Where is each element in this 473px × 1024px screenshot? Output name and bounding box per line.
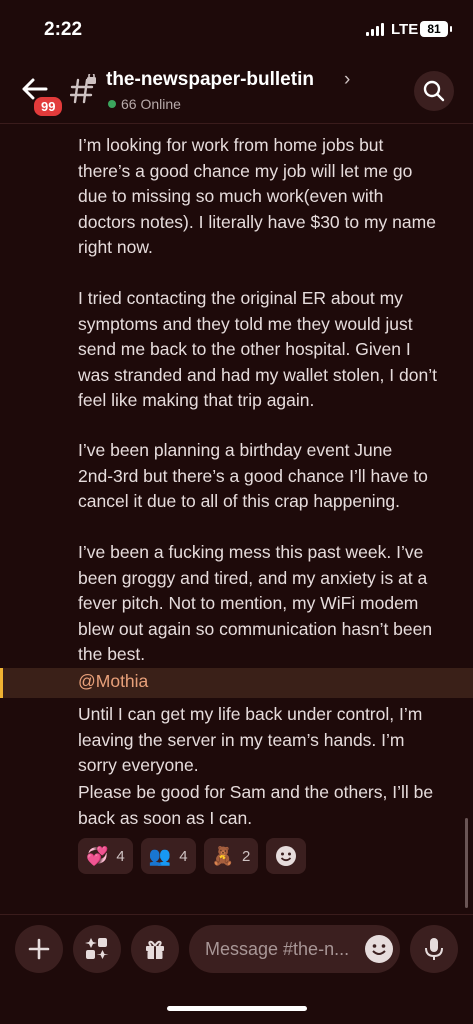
status-time: 2:22 — [44, 19, 83, 40]
message-paragraph: I’ve been a fucking mess this past week.… — [78, 542, 433, 665]
reaction-count: 2 — [241, 847, 251, 865]
scrollbar[interactable] — [465, 818, 468, 908]
message-paragraph: I’ve been planning a birthday event June… — [78, 440, 428, 512]
message-input[interactable] — [205, 925, 355, 973]
people-icon: 👥 — [148, 845, 172, 866]
network-type: LTE — [391, 21, 419, 38]
locked-hash-icon — [69, 72, 98, 104]
reaction-custom[interactable]: 🧸 2 — [203, 838, 259, 874]
battery-icon: 81 — [420, 21, 452, 37]
online-dot-icon — [108, 100, 116, 108]
message-paragraph: I tried contacting the original ER about… — [78, 288, 437, 411]
message-paragraph: Please be good for Sam and the others, I… — [78, 782, 434, 828]
online-status: 66 Online — [108, 96, 181, 112]
add-attachment-button[interactable] — [15, 925, 63, 973]
voice-message-button[interactable] — [410, 925, 458, 973]
online-count: 66 Online — [121, 96, 181, 112]
channel-header: 99 the-newspaper-bulletin › 66 Online — [0, 60, 473, 124]
apps-icon — [85, 938, 109, 959]
unread-badge: 99 — [32, 95, 65, 118]
gift-icon — [146, 940, 164, 959]
add-reaction-button[interactable] — [266, 838, 307, 874]
signal-icon — [366, 23, 384, 36]
apps-button[interactable] — [73, 925, 121, 973]
reaction-count: 4 — [179, 847, 188, 865]
reaction-bar: 💞 4 👥 4 🧸 2 — [78, 838, 307, 874]
message-list[interactable]: I’m looking for work from home jobs but … — [0, 124, 473, 914]
channel-title[interactable]: the-newspaper-bulletin — [106, 69, 314, 91]
reaction-hearts[interactable]: 💞 4 — [78, 838, 133, 874]
plus-icon — [28, 938, 50, 960]
microphone-icon — [425, 938, 443, 960]
reaction-count: 4 — [116, 847, 125, 865]
user-mention[interactable]: @Mothia — [78, 671, 148, 692]
emoji-icon — [276, 846, 297, 866]
reaction-people[interactable]: 👥 4 — [140, 838, 196, 874]
message-paragraph: I’m looking for work from home jobs but … — [78, 135, 436, 258]
search-icon — [423, 80, 445, 102]
gift-button[interactable] — [131, 925, 179, 973]
message-paragraph: Until I can get my life back under contr… — [78, 704, 423, 776]
search-button[interactable] — [414, 71, 454, 111]
chevron-right-icon[interactable]: › — [344, 69, 350, 91]
home-indicator[interactable] — [167, 1006, 307, 1011]
two-hearts-icon: 💞 — [86, 845, 109, 866]
status-bar: 2:22 LTE 81 — [0, 0, 473, 60]
custom-emoji-icon: 🧸 — [211, 845, 234, 866]
emoji-icon[interactable] — [365, 935, 393, 963]
message-input-container[interactable] — [189, 925, 400, 973]
mention-highlight: @Mothia — [0, 668, 473, 698]
